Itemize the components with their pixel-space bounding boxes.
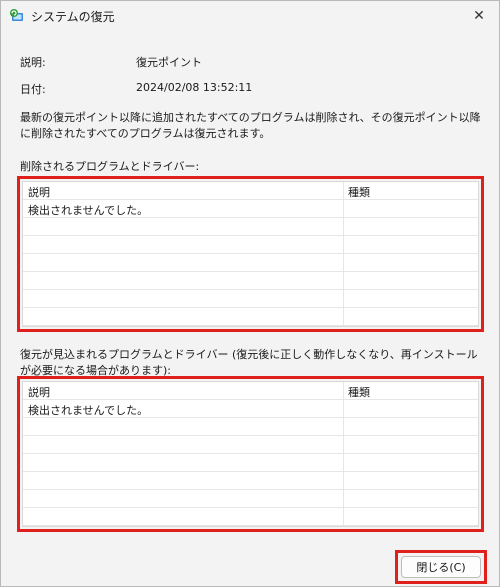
table-row: 検出されませんでした。 <box>23 200 478 218</box>
table-row-empty <box>23 290 478 308</box>
date-label: 日付: <box>20 83 46 96</box>
close-button[interactable]: 閉じる(C) <box>401 556 481 578</box>
column-header-description[interactable]: 説明 <box>28 184 50 200</box>
restored-programs-list[interactable]: 説明 種類 検出されませんでした。 <box>22 381 479 527</box>
restore-description: 最新の復元ポイント以降に追加されたすべてのプログラムは削除され、その復元ポイント… <box>20 111 481 140</box>
title-bar: システムの復元 ✕ <box>1 1 499 31</box>
deleted-programs-list[interactable]: 説明 種類 検出されませんでした。 <box>22 181 479 327</box>
table-row-empty <box>23 454 478 472</box>
table-row-empty <box>23 472 478 490</box>
table-row-empty <box>23 218 478 236</box>
table-row-empty <box>23 254 478 272</box>
table-row: 検出されませんでした。 <box>23 400 478 418</box>
table-row-empty <box>23 436 478 454</box>
system-restore-dialog: システムの復元 ✕ 説明: 復元ポイント 日付: 2024/02/08 13:5… <box>0 0 500 587</box>
table-row-empty <box>23 418 478 436</box>
close-icon[interactable]: ✕ <box>459 1 499 31</box>
table-row-empty <box>23 236 478 254</box>
row-description: 検出されませんでした。 <box>28 204 149 217</box>
description-value: 復元ポイント <box>136 56 202 69</box>
system-restore-icon <box>10 9 23 21</box>
description-label: 説明: <box>20 56 46 69</box>
table-row-empty <box>23 490 478 508</box>
list-header: 説明 種類 <box>23 182 478 200</box>
row-description: 検出されませんでした。 <box>28 404 149 417</box>
list-header: 説明 種類 <box>23 382 478 400</box>
deleted-programs-caption: 削除されるプログラムとドライバー: <box>20 160 200 173</box>
column-header-description[interactable]: 説明 <box>28 384 50 400</box>
table-row-empty <box>23 508 478 526</box>
window-title: システムの復元 <box>31 9 115 24</box>
column-header-type[interactable]: 種類 <box>348 384 370 400</box>
table-row-empty <box>23 272 478 290</box>
date-value: 2024/02/08 13:52:11 <box>136 81 253 94</box>
restored-programs-caption: 復元が見込まれるプログラムとドライバー (復元後に正しく動作しなくなり、再インス… <box>20 348 478 377</box>
table-row-empty <box>23 308 478 326</box>
column-header-type[interactable]: 種類 <box>348 184 370 200</box>
